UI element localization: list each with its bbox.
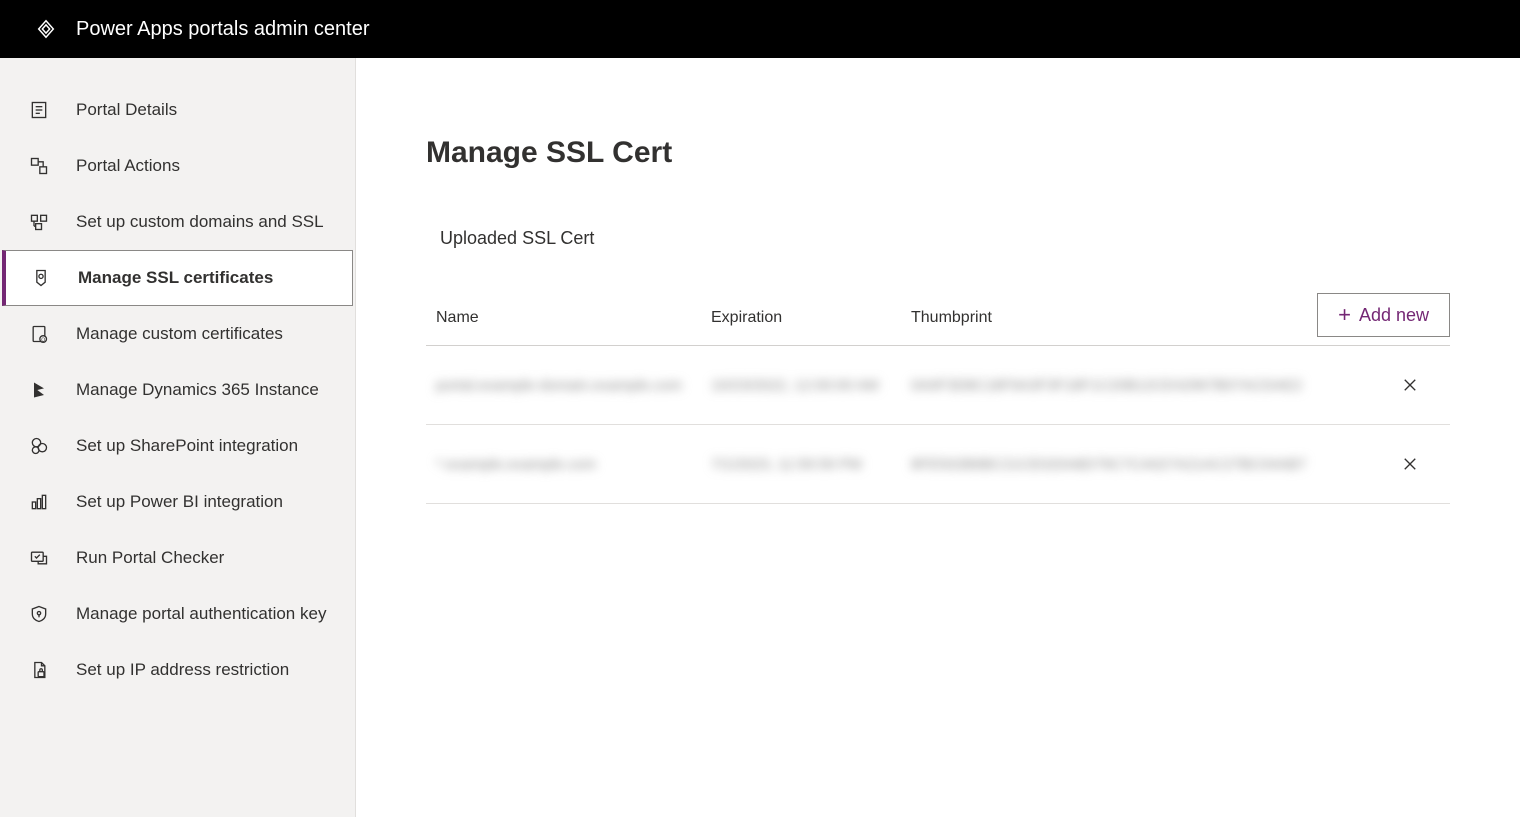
column-header-thumbprint: Thumbprint (911, 309, 1380, 327)
table-row: *.example.example.com 7/1/2023, 11:59:59… (426, 425, 1450, 504)
sidebar-item-label: Manage SSL certificates (78, 267, 273, 290)
custom-cert-icon: Q (28, 323, 50, 345)
ssl-cert-icon (30, 267, 52, 289)
add-new-button[interactable]: + Add new (1317, 293, 1450, 337)
power-apps-icon (34, 17, 58, 41)
sidebar: Portal Details Portal Actions Set up cus… (0, 58, 356, 817)
sidebar-item-dynamics[interactable]: Manage Dynamics 365 Instance (0, 362, 355, 418)
sidebar-item-portal-details[interactable]: Portal Details (0, 82, 355, 138)
details-icon (28, 99, 50, 121)
sidebar-item-label: Manage custom certificates (76, 323, 283, 346)
sidebar-item-custom-domains[interactable]: Set up custom domains and SSL (0, 194, 355, 250)
domains-icon (28, 211, 50, 233)
cell-thumbprint: 8FE502B6BC21CE020A8D79C7CA027A21AC27BC04… (911, 456, 1380, 473)
section-title: Uploaded SSL Cert (440, 228, 1450, 249)
ip-restrict-icon (28, 659, 50, 681)
sidebar-item-label: Run Portal Checker (76, 547, 224, 570)
cell-name: portal.example-domain.example.com (436, 377, 711, 394)
page-title: Manage SSL Cert (426, 136, 1450, 170)
sidebar-item-label: Portal Actions (76, 155, 180, 178)
svg-text:Q: Q (41, 338, 45, 344)
actions-icon (28, 155, 50, 177)
sidebar-item-sharepoint[interactable]: Set up SharePoint integration (0, 418, 355, 474)
plus-icon: + (1338, 304, 1351, 326)
cell-name: *.example.example.com (436, 456, 711, 473)
sidebar-item-auth-key[interactable]: Manage portal authentication key (0, 586, 355, 642)
column-header-expiration: Expiration (711, 309, 911, 327)
table-row: portal.example-domain.example.com 10/23/… (426, 346, 1450, 425)
sharepoint-icon (28, 435, 50, 457)
delete-row-button[interactable] (1395, 449, 1425, 479)
sidebar-item-label: Set up IP address restriction (76, 659, 289, 682)
sidebar-item-manage-ssl[interactable]: Manage SSL certificates (2, 250, 353, 306)
main-content: Manage SSL Cert Uploaded SSL Cert Name E… (356, 58, 1520, 817)
sidebar-item-label: Manage portal authentication key (76, 603, 326, 626)
sidebar-item-label: Set up Power BI integration (76, 491, 283, 514)
cell-expiration: 7/1/2023, 11:59:59 PM (711, 456, 911, 473)
cell-expiration: 10/23/2022, 12:00:00 AM (711, 377, 911, 394)
sidebar-item-ip-restriction[interactable]: Set up IP address restriction (0, 642, 355, 698)
checker-icon (28, 547, 50, 569)
sidebar-item-label: Manage Dynamics 365 Instance (76, 379, 319, 402)
app-header: Power Apps portals admin center (0, 0, 1520, 58)
dynamics-icon (28, 379, 50, 401)
ssl-cert-table: Name Expiration Thumbprint + Add new por… (426, 309, 1450, 504)
auth-key-icon (28, 603, 50, 625)
sidebar-item-label: Set up SharePoint integration (76, 435, 298, 458)
table-header-row: Name Expiration Thumbprint + Add new (426, 309, 1450, 346)
powerbi-icon (28, 491, 50, 513)
column-header-name: Name (436, 309, 711, 327)
close-icon (1401, 455, 1419, 473)
app-title: Power Apps portals admin center (76, 18, 370, 41)
sidebar-item-portal-actions[interactable]: Portal Actions (0, 138, 355, 194)
sidebar-item-label: Portal Details (76, 99, 177, 122)
sidebar-item-portal-checker[interactable]: Run Portal Checker (0, 530, 355, 586)
sidebar-item-powerbi[interactable]: Set up Power BI integration (0, 474, 355, 530)
delete-row-button[interactable] (1395, 370, 1425, 400)
sidebar-item-label: Set up custom domains and SSL (76, 211, 324, 234)
cell-thumbprint: 0A0F3D8C18F9A3F3F18F1C20B12CE42967B07ACD… (911, 377, 1380, 394)
add-new-label: Add new (1359, 305, 1429, 326)
sidebar-item-custom-certs[interactable]: Q Manage custom certificates (0, 306, 355, 362)
close-icon (1401, 376, 1419, 394)
